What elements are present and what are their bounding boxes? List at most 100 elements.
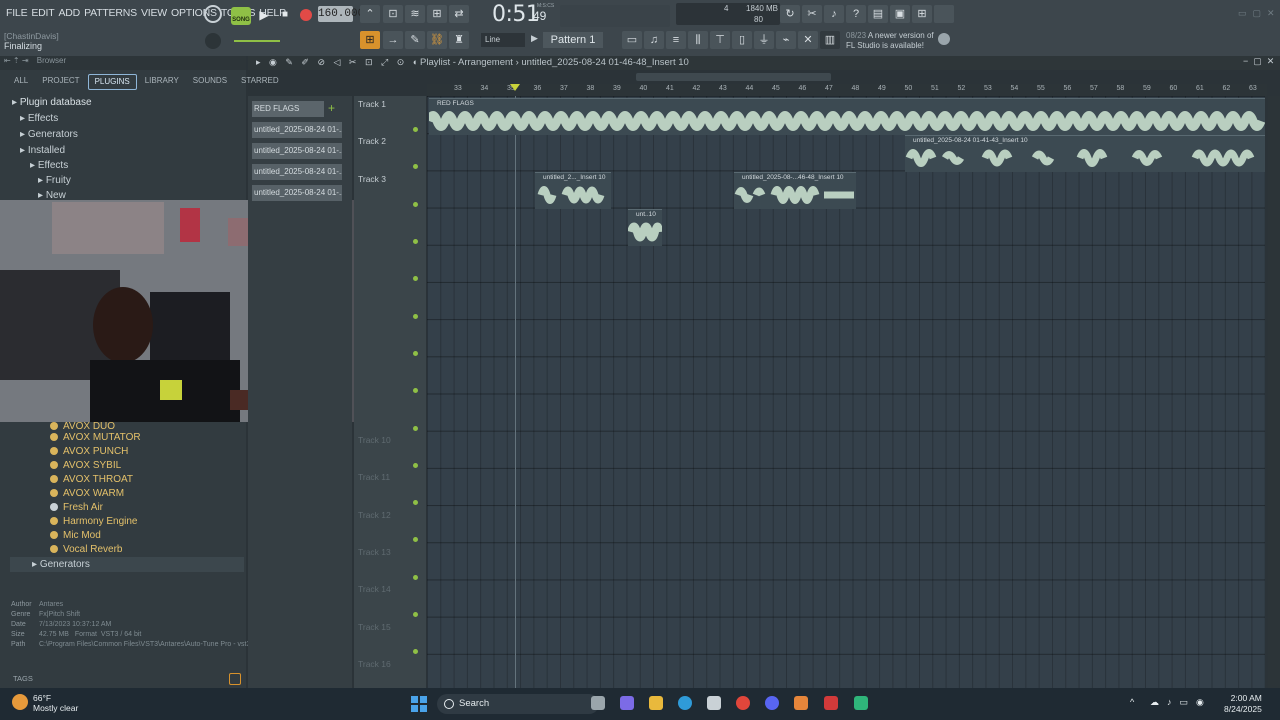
plugin-item[interactable]: Mic Mod: [50, 528, 101, 543]
hierarchy-icon[interactable]: ⊤: [710, 31, 730, 49]
playlist-window-controls[interactable]: −▢✕: [1243, 56, 1279, 67]
tree-installed[interactable]: ▸ Installed: [20, 143, 65, 158]
track-mute-led[interactable]: [413, 537, 418, 542]
mic-icon[interactable]: ♪: [824, 5, 844, 23]
project-icon[interactable]: ▤: [868, 5, 888, 23]
track-mute-led[interactable]: [413, 575, 418, 580]
plugin-item[interactable]: Harmony Engine: [50, 514, 137, 529]
master-pitch-knob[interactable]: [205, 33, 221, 49]
menu-view[interactable]: VIEW: [139, 7, 169, 19]
taskbar-clock[interactable]: 2:00 AM 8/24/2025: [1224, 693, 1262, 715]
link-button[interactable]: ⛓: [427, 31, 447, 49]
plugin-item[interactable]: Fresh Air: [50, 500, 103, 515]
timeline-ruler[interactable]: [427, 84, 1267, 96]
track-label[interactable]: Track 10: [358, 435, 391, 445]
track-mute-led[interactable]: [413, 388, 418, 393]
track-mute-led[interactable]: [413, 612, 418, 617]
track-mute-led[interactable]: [413, 463, 418, 468]
track-label[interactable]: Track 3: [358, 174, 386, 184]
app-red-icon[interactable]: [824, 696, 838, 710]
edge-icon[interactable]: [678, 696, 692, 710]
track-mute-led[interactable]: [413, 164, 418, 169]
menu-edit[interactable]: EDIT: [29, 7, 56, 19]
audio-clip-track4[interactable]: unt..10: [627, 209, 663, 246]
pattern-selector[interactable]: Pattern 1: [543, 32, 603, 48]
add-clip-icon[interactable]: +: [328, 101, 335, 115]
clipboard-icon[interactable]: ▯: [732, 31, 752, 49]
cut-icon[interactable]: ✂: [802, 5, 822, 23]
stop-button[interactable]: ■: [276, 6, 294, 24]
track-mute-led[interactable]: [413, 314, 418, 319]
track-label[interactable]: Track 11: [358, 472, 390, 482]
update-download-icon[interactable]: [934, 5, 954, 23]
record-button[interactable]: [297, 6, 315, 24]
tab-project[interactable]: PROJECT: [36, 74, 85, 90]
menu-file[interactable]: FILE: [4, 7, 29, 19]
track-mute-led[interactable]: [413, 649, 418, 654]
menu-add[interactable]: ADD: [57, 7, 83, 19]
play-button[interactable]: ▶: [254, 6, 274, 24]
track-mute-led[interactable]: [413, 276, 418, 281]
master-volume-slider[interactable]: [234, 40, 280, 42]
plugin-item[interactable]: AVOX THROAT: [50, 472, 133, 487]
save-icon[interactable]: ▣: [890, 5, 910, 23]
mute-icon[interactable]: ✕: [798, 31, 818, 49]
tree-installed-generators[interactable]: ▸ Generators: [10, 557, 244, 572]
start-button[interactable]: [411, 696, 427, 712]
chrome-icon[interactable]: [736, 696, 750, 710]
plugin-item[interactable]: AVOX PUNCH: [50, 444, 128, 459]
audio-clip-track3-b[interactable]: untitled_2025-08-...46-48_Insert 10: [734, 172, 856, 209]
tab-all[interactable]: ALL: [8, 74, 34, 90]
playlist-tool-button[interactable]: ⊞: [360, 31, 380, 49]
piano-roll-icon[interactable]: ♫: [644, 31, 664, 49]
track-label[interactable]: Track 14: [358, 584, 391, 594]
task-view-icon[interactable]: [591, 696, 605, 710]
track-label[interactable]: Track 2: [358, 136, 386, 146]
tree-installed-effects[interactable]: ▸ Effects: [30, 158, 68, 173]
tab-plugins[interactable]: PLUGINS: [87, 74, 137, 90]
taskbar-search[interactable]: Search: [437, 694, 599, 714]
track-label[interactable]: Track 15: [358, 622, 391, 632]
plugin-item[interactable]: AVOX MUTATOR: [50, 430, 141, 445]
tree-plugin-database[interactable]: ▸ Plugin database: [12, 95, 92, 110]
tab-starred[interactable]: STARRED: [235, 74, 285, 90]
tree-generators[interactable]: ▸ Generators: [20, 127, 78, 142]
weather-widget[interactable]: 66°F Mostly clear: [33, 693, 78, 713]
plugin-item[interactable]: AVOX WARM: [50, 486, 124, 501]
file-explorer-icon[interactable]: [649, 696, 663, 710]
track-mute-led[interactable]: [413, 239, 418, 244]
clip-source-item[interactable]: untitled_2025-08-24 01-...: [252, 185, 342, 201]
brush-icon[interactable]: ⌁: [776, 31, 796, 49]
clip-source-item[interactable]: untitled_2025-08-24 01-...: [252, 164, 342, 180]
playlist-vertical-scrollbar[interactable]: [1268, 96, 1280, 688]
track-mute-led[interactable]: [413, 500, 418, 505]
track-mute-led[interactable]: [413, 351, 418, 356]
fl-studio-icon[interactable]: [794, 696, 808, 710]
tree-effects[interactable]: ▸ Effects: [20, 111, 58, 126]
clip-source-item[interactable]: untitled_2025-08-24 01-...: [252, 122, 342, 138]
browser-nav-icon[interactable]: ⇤ ⇡ ⇥: [0, 56, 29, 65]
wait-input-button[interactable]: ⊡: [383, 5, 403, 23]
step-edit-button[interactable]: ⊞: [427, 5, 447, 23]
tray-icons[interactable]: ☁♪▭◉: [1150, 697, 1212, 708]
pattern-arrow-icon[interactable]: ▶: [531, 33, 538, 44]
ruler-scrollbar[interactable]: [636, 73, 831, 81]
weather-icon[interactable]: [12, 694, 28, 710]
tags-label[interactable]: TAGS: [13, 674, 33, 683]
app-green-icon[interactable]: [854, 696, 868, 710]
tempo-display[interactable]: 160.000: [318, 6, 364, 22]
copilot-icon[interactable]: [620, 696, 634, 710]
countdown-button[interactable]: ≋: [405, 5, 425, 23]
arrow-right-button[interactable]: →: [383, 31, 403, 49]
plugin-item[interactable]: Vocal Reverb: [50, 542, 122, 557]
track-mute-led[interactable]: [413, 202, 418, 207]
playhead-marker[interactable]: [510, 84, 520, 91]
pencil-button[interactable]: ✎: [405, 31, 425, 49]
track-label[interactable]: Track 13: [358, 547, 391, 557]
plugin-item[interactable]: AVOX SYBIL: [50, 458, 121, 473]
store-app-icon[interactable]: [707, 696, 721, 710]
song-mode-button[interactable]: SONG: [231, 7, 251, 25]
track-label[interactable]: Track 16: [358, 659, 391, 669]
audio-clip-red-flags[interactable]: RED FLAGS: [424, 98, 1266, 135]
refresh-icon[interactable]: ↻: [780, 5, 800, 23]
